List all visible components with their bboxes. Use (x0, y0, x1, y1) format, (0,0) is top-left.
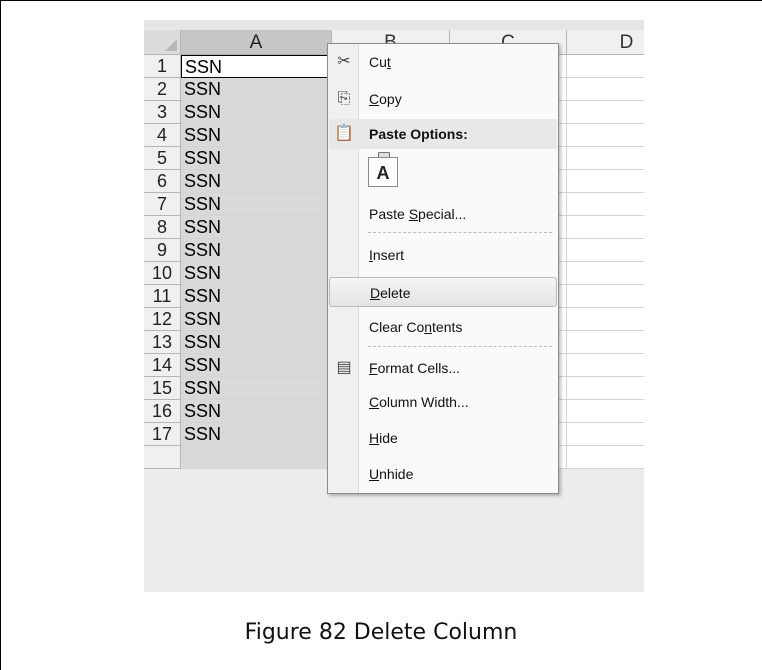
select-all-triangle-icon (165, 39, 177, 51)
row-header[interactable]: 16 (144, 400, 181, 423)
menu-item-paste-options: 📋 Paste Options: (329, 119, 557, 149)
menu-item-label: Cut (369, 54, 391, 70)
cell-empty[interactable] (567, 147, 644, 170)
row-header[interactable]: 8 (144, 216, 181, 239)
row-header[interactable]: 1 (144, 55, 181, 78)
row-header[interactable]: 15 (144, 377, 181, 400)
row-header[interactable]: 14 (144, 354, 181, 377)
menu-item-label: Copy (369, 91, 402, 107)
row-header[interactable]: 13 (144, 331, 181, 354)
menu-item-unhide[interactable]: Unhide (329, 459, 557, 489)
menu-item-label: Column Width... (369, 394, 469, 410)
cell-a[interactable]: SSN (181, 239, 332, 262)
menu-item-label: Paste Special... (369, 206, 467, 222)
cell-partial[interactable] (567, 446, 644, 469)
paste-keep-text-only-button[interactable]: A (368, 157, 398, 187)
menu-item-column-width[interactable]: Column Width... (329, 387, 557, 417)
menu-item-format-cells[interactable]: ▤ Format Cells... (329, 353, 557, 383)
paste-icon: 📋 (334, 125, 354, 142)
cell-empty[interactable] (567, 55, 644, 78)
copy-icon: ⎘ (337, 90, 351, 107)
cell-a[interactable]: SSN (181, 308, 332, 331)
cell-a[interactable]: SSN (181, 55, 332, 78)
cell-a[interactable]: SSN (181, 170, 332, 193)
row-header[interactable]: 11 (144, 285, 181, 308)
row-header[interactable]: 5 (144, 147, 181, 170)
menu-item-label: Insert (369, 247, 405, 263)
row-header[interactable]: 7 (144, 193, 181, 216)
cell-empty[interactable] (567, 377, 644, 400)
row-header[interactable]: 6 (144, 170, 181, 193)
menu-item-paste-special[interactable]: Paste Special... (329, 199, 557, 229)
menu-item-insert[interactable]: Insert (329, 240, 557, 270)
cell-a[interactable]: SSN (181, 285, 332, 308)
row-header-partial[interactable] (144, 446, 181, 469)
row-header[interactable]: 3 (144, 101, 181, 124)
menu-item-clear-contents[interactable]: Clear Contents (329, 312, 557, 342)
cell-a[interactable]: SSN (181, 78, 332, 101)
cell-empty[interactable] (567, 354, 644, 377)
cell-empty[interactable] (567, 170, 644, 193)
menu-item-label: Paste Options: (369, 126, 468, 142)
cell-empty[interactable] (567, 423, 644, 446)
row-header[interactable]: 12 (144, 308, 181, 331)
cell-empty[interactable] (567, 285, 644, 308)
cell-empty[interactable] (567, 124, 644, 147)
cell-a[interactable]: SSN (181, 147, 332, 170)
column-header-d[interactable]: D (567, 30, 644, 55)
menu-item-label: Hide (369, 430, 398, 446)
select-all-corner[interactable] (144, 30, 181, 55)
row-header[interactable]: 10 (144, 262, 181, 285)
row-header[interactable]: 4 (144, 124, 181, 147)
cell-empty[interactable] (567, 216, 644, 239)
cell-a[interactable]: SSN (181, 423, 332, 446)
cell-a[interactable]: SSN (181, 354, 332, 377)
menu-separator (368, 232, 552, 233)
cell-empty[interactable] (567, 78, 644, 101)
cell-a[interactable]: SSN (181, 124, 332, 147)
cell-empty[interactable] (567, 400, 644, 423)
menu-item-delete[interactable]: Delete (329, 277, 557, 307)
menu-item-copy[interactable]: ⎘ Copy (329, 84, 557, 114)
menu-item-label: Format Cells... (369, 360, 461, 376)
menu-item-cut[interactable]: ✂ Cut (329, 47, 557, 77)
cell-a[interactable]: SSN (181, 400, 332, 423)
menu-separator (368, 346, 552, 347)
cell-a[interactable]: SSN (181, 262, 332, 285)
row-header[interactable]: 2 (144, 78, 181, 101)
figure-caption: Figure 82 Delete Column (244, 620, 518, 645)
cell-empty[interactable] (567, 331, 644, 354)
cut-icon: ✂ (337, 53, 351, 70)
menu-item-hide[interactable]: Hide (329, 423, 557, 453)
cell-a[interactable]: SSN (181, 193, 332, 216)
row-header[interactable]: 9 (144, 239, 181, 262)
format-cells-icon: ▤ (336, 359, 352, 376)
cell-empty[interactable] (567, 193, 644, 216)
cell-a[interactable]: SSN (181, 377, 332, 400)
cell-a[interactable]: SSN (181, 216, 332, 239)
menu-item-label: Unhide (369, 466, 414, 482)
menu-item-label: Delete (370, 285, 411, 301)
menu-item-label: Clear Contents (369, 319, 463, 335)
cell-a[interactable]: SSN (181, 331, 332, 354)
cell-a[interactable]: SSN (181, 101, 332, 124)
row-header[interactable]: 17 (144, 423, 181, 446)
cell-empty[interactable] (567, 308, 644, 331)
cell-partial[interactable] (181, 446, 332, 469)
cell-empty[interactable] (567, 101, 644, 124)
cell-empty[interactable] (567, 262, 644, 285)
context-menu: ✂ Cut ⎘ Copy 📋 Paste Options: Paste Special...… (327, 43, 559, 494)
column-header-a[interactable]: A (181, 30, 332, 55)
cell-empty[interactable] (567, 239, 644, 262)
